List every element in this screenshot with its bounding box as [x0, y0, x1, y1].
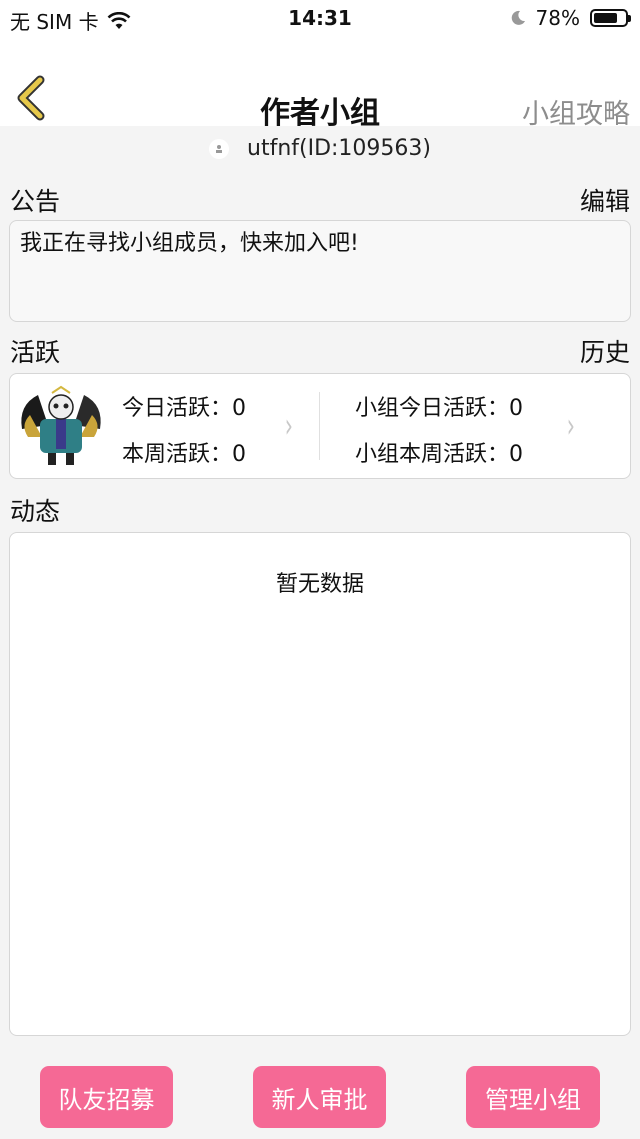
status-right: 78% — [510, 6, 631, 30]
chevron-right-icon[interactable]: › — [567, 406, 575, 446]
avatar — [18, 385, 104, 467]
approve-button[interactable]: 新人审批 — [253, 1066, 386, 1128]
user-info-row: utfnf(ID:109563) — [0, 136, 640, 161]
today-activity: 今日活跃：0 — [122, 390, 246, 422]
history-button[interactable]: 历史 — [580, 333, 630, 369]
moon-icon — [511, 10, 525, 25]
group-today-activity-value: 0 — [509, 396, 524, 421]
battery-percent: 78% — [535, 6, 580, 30]
user-id-label: utfnf(ID:109563) — [247, 136, 431, 161]
group-today-activity-label: 小组今日活跃： — [355, 396, 510, 421]
week-activity-label: 本周活跃： — [122, 442, 233, 467]
today-activity-label: 今日活跃： — [122, 396, 233, 421]
group-week-activity: 小组本周活跃：0 — [355, 436, 523, 468]
today-activity-value: 0 — [232, 396, 247, 421]
edit-button[interactable]: 编辑 — [580, 182, 630, 218]
chevron-right-icon[interactable]: › — [285, 406, 293, 446]
announcement-text: 我正在寻找小组成员，快来加入吧! — [20, 231, 359, 256]
activity-label: 活跃 — [10, 338, 61, 367]
divider — [319, 392, 320, 460]
group-guide-link[interactable]: 小组攻略 — [522, 92, 630, 131]
user-avatar-icon — [209, 138, 229, 159]
empty-state-text: 暂无数据 — [275, 572, 364, 597]
group-week-activity-label: 小组本周活跃： — [355, 442, 510, 467]
recruit-button[interactable]: 队友招募 — [40, 1066, 173, 1128]
group-today-activity: 小组今日活跃：0 — [355, 390, 523, 422]
feed-label: 动态 — [10, 497, 61, 526]
group-week-activity-value: 0 — [509, 442, 524, 467]
manage-group-button[interactable]: 管理小组 — [466, 1066, 600, 1128]
battery-fill — [594, 13, 618, 23]
week-activity: 本周活跃：0 — [122, 436, 246, 468]
week-activity-value: 0 — [232, 442, 247, 467]
battery-icon — [590, 9, 631, 27]
announcement-label: 公告 — [10, 187, 61, 216]
feed-box — [9, 532, 631, 1036]
